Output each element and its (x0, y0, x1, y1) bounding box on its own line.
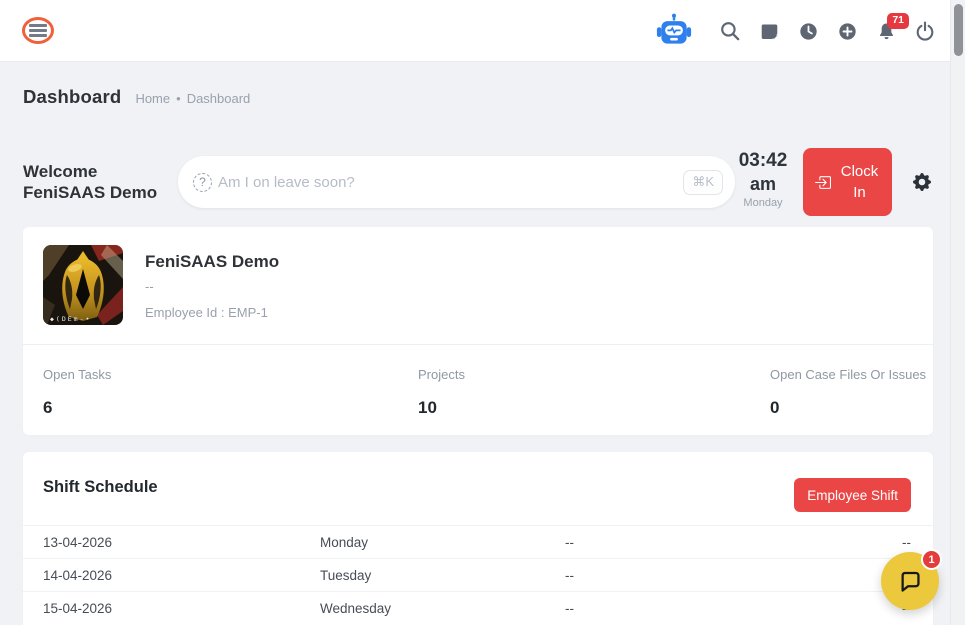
keyboard-shortcut-badge: ⌘K (683, 170, 723, 195)
app-window: 71 Dashboard Home • Dashboard Welcome Fe… (0, 0, 965, 625)
shift-day: Monday (320, 535, 565, 550)
employee-name: FeniSAAS Demo (145, 252, 279, 272)
stat-open-tasks: Open Tasks 6 (43, 367, 111, 418)
power-logout-icon[interactable] (915, 21, 935, 41)
question-icon: ? (193, 173, 212, 192)
clock-icon[interactable] (798, 21, 818, 41)
profile-card: ◆(DEm-• FeniSAAS Demo -- Employee Id : E… (23, 227, 933, 435)
chat-launcher-button[interactable]: 1 (881, 552, 939, 610)
add-plus-icon[interactable] (837, 21, 857, 41)
shift-table: 13-04-2026 Monday -- -- 14-04-2026 Tuesd… (23, 525, 933, 624)
stat-value: 10 (418, 398, 465, 418)
shift-start: -- (565, 601, 801, 616)
stats-row: Open Tasks 6 Projects 10 Open Case Files… (23, 345, 933, 435)
time-day: Monday (728, 196, 798, 210)
current-time-widget: 03:42 am Monday (728, 149, 798, 210)
welcome-line2: FeniSAAS Demo (23, 182, 157, 203)
search-icon[interactable] (720, 21, 740, 41)
scrollbar-thumb[interactable] (954, 4, 963, 56)
stat-open-case-files: Open Case Files Or Issues 0 (770, 367, 926, 418)
stat-value: 0 (770, 398, 926, 418)
assistant-search-bar[interactable]: ? ⌘K (178, 156, 735, 208)
welcome-line1: Welcome (23, 161, 157, 182)
notifications-bell-icon[interactable]: 71 (876, 21, 896, 41)
shift-day: Tuesday (320, 568, 565, 583)
hamburger-icon (29, 24, 47, 27)
assistant-search-input[interactable] (212, 174, 683, 191)
employee-id: Employee Id : EMP-1 (145, 305, 268, 320)
welcome-heading: Welcome FeniSAAS Demo (23, 161, 157, 203)
stat-label: Open Case Files Or Issues (770, 367, 926, 382)
notification-count-badge: 71 (887, 13, 909, 29)
shift-end: -- (801, 535, 911, 550)
shift-start: -- (565, 568, 801, 583)
box-arrow-in-right-icon (814, 174, 831, 191)
page-title: Dashboard (23, 86, 121, 108)
table-row[interactable]: 14-04-2026 Tuesday -- -- (23, 558, 933, 591)
shift-schedule-title: Shift Schedule (43, 478, 158, 497)
stat-label: Projects (418, 367, 465, 382)
vertical-scrollbar[interactable] (950, 0, 965, 625)
shift-start: -- (565, 535, 801, 550)
notes-icon[interactable] (759, 21, 779, 41)
breadcrumb: Home • Dashboard (135, 91, 250, 106)
breadcrumb-current: Dashboard (187, 91, 251, 106)
ai-assistant-robot-icon[interactable] (653, 11, 695, 51)
topbar: 71 (0, 0, 965, 62)
time-value: 03:42 (728, 149, 798, 172)
chat-bubble-icon (897, 568, 923, 594)
stat-label: Open Tasks (43, 367, 111, 382)
shift-schedule-card: Shift Schedule Employee Shift 13-04-2026… (23, 452, 933, 625)
menu-toggle-button[interactable] (22, 17, 54, 44)
time-meridiem: am (728, 172, 798, 196)
page-header: Dashboard Home • Dashboard (23, 86, 250, 108)
shift-date: 13-04-2026 (43, 535, 320, 550)
breadcrumb-separator: • (176, 91, 181, 106)
clock-in-button[interactable]: Clock In (803, 148, 892, 216)
employee-designation: -- (145, 279, 154, 294)
table-row[interactable]: 15-04-2026 Wednesday -- -- (23, 591, 933, 624)
shift-date: 14-04-2026 (43, 568, 320, 583)
topbar-actions: 71 (653, 0, 935, 62)
chat-unread-badge: 1 (921, 549, 942, 570)
stat-value: 6 (43, 398, 111, 418)
settings-gear-icon[interactable] (913, 173, 933, 193)
breadcrumb-home-link[interactable]: Home (135, 91, 170, 106)
avatar-image: ◆(DEm-• (43, 245, 123, 325)
table-row[interactable]: 13-04-2026 Monday -- -- (23, 525, 933, 558)
shift-date: 15-04-2026 (43, 601, 320, 616)
stat-projects: Projects 10 (418, 367, 465, 418)
shift-day: Wednesday (320, 601, 565, 616)
svg-text:◆(DEm-•: ◆(DEm-• (50, 315, 91, 323)
avatar: ◆(DEm-• (43, 245, 123, 325)
employee-shift-button[interactable]: Employee Shift (794, 478, 911, 512)
clock-in-label: Clock In (838, 161, 882, 203)
